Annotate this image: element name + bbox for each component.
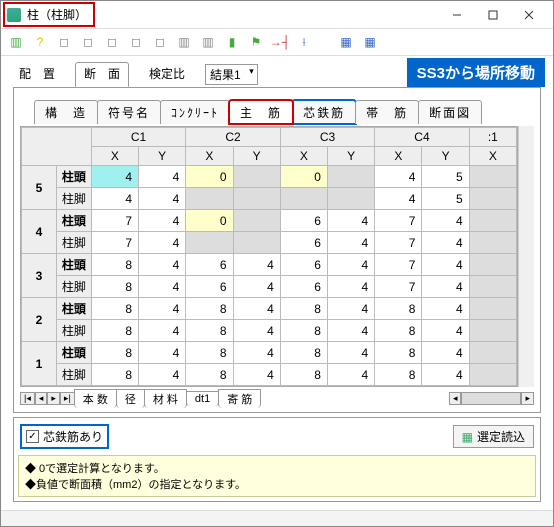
info-box: ◆ 0で選定計算となります。 ◆負値で断面積（mm2）の指定となります。 (18, 455, 536, 497)
window: 柱（柱脚） ▥ ? ◻ ◻ ◻ ◻ ◻ ▥ ▥ ▮ ⚑ →┤ ⟊ ▦ ▦ 配 置… (0, 0, 554, 527)
arrow-right-icon[interactable]: →┤ (271, 33, 289, 51)
tool-icon-7[interactable]: ▥ (199, 33, 217, 51)
subtab-hoop[interactable]: 帯 筋 (355, 100, 419, 124)
window-title: 柱（柱脚） (27, 6, 87, 23)
nav-next[interactable]: ▸ (47, 392, 60, 405)
data-grid[interactable]: C1C2C3C4:1XYXYXYXYX5柱頭440045柱脚44454柱頭740… (20, 126, 518, 387)
subtab-core-steel[interactable]: 芯鉄筋 (292, 100, 356, 124)
horizontal-scrollbar[interactable]: ◂ ▸ (449, 392, 534, 405)
core-steel-label: 芯鉄筋あり (43, 428, 103, 445)
sheet-tab-bar: |◂ ◂ ▸ ▸| 本 数 径 材 料 dt1 寄 筋 ◂ ▸ (20, 387, 534, 410)
load-selection-button[interactable]: ▦ 選定読込 (453, 425, 534, 448)
info-line: ◆負値で断面積（mm2）の指定となります。 (25, 476, 529, 492)
sheet-icon[interactable]: ▥ (7, 33, 25, 51)
content-panel: 構 造 符号名 ｺﾝｸﾘｰﾄ 主 筋 芯鉄筋 帯 筋 断面図 C1C2C3C4:… (13, 87, 541, 413)
sheet-tab[interactable]: 径 (116, 389, 145, 408)
result-dropdown[interactable]: 結果1 (205, 64, 258, 85)
tool-icon-2[interactable]: ◻ (79, 33, 97, 51)
sheet-tab[interactable]: 寄 筋 (218, 389, 261, 408)
load-icon: ▦ (462, 430, 473, 444)
column-tool-icon[interactable]: ▮ (223, 33, 241, 51)
sheet-tab[interactable]: 材 料 (144, 389, 187, 408)
grid-icon-1[interactable]: ▦ (337, 33, 355, 51)
status-bar (1, 510, 553, 526)
tab-layout[interactable]: 配 置 (11, 63, 63, 86)
info-banner: SS3から場所移動 (407, 58, 545, 87)
nav-first[interactable]: |◂ (20, 392, 35, 405)
bottom-panel: ✓ 芯鉄筋あり ▦ 選定読込 ◆ 0で選定計算となります。 ◆負値で断面積（mm… (13, 417, 541, 502)
column-icon (7, 8, 21, 22)
tab-section[interactable]: 断 面 (75, 62, 129, 87)
nav-last[interactable]: ▸| (60, 392, 75, 405)
grid-icon-2[interactable]: ▦ (361, 33, 379, 51)
subtab-concrete[interactable]: ｺﾝｸﾘｰﾄ (160, 100, 230, 124)
subtab-symbol[interactable]: 符号名 (97, 100, 161, 124)
help-icon[interactable]: ? (31, 33, 49, 51)
maximize-button[interactable] (475, 3, 511, 27)
sub-tab-bar: 構 造 符号名 ｺﾝｸﾘｰﾄ 主 筋 芯鉄筋 帯 筋 断面図 (20, 94, 534, 126)
main-tab-bar: 配 置 断 面 検定比 結果1 SS3から場所移動 (1, 56, 553, 87)
core-steel-checkbox[interactable]: ✓ (26, 430, 39, 443)
tool-icon-4[interactable]: ◻ (127, 33, 145, 51)
tool-icon-3[interactable]: ◻ (103, 33, 121, 51)
sheet-tab[interactable]: 本 数 (74, 389, 117, 408)
nav-prev[interactable]: ◂ (35, 392, 48, 405)
title-highlight: 柱（柱脚） (3, 2, 95, 27)
subtab-cross-section[interactable]: 断面図 (418, 100, 482, 124)
tool-icon-6[interactable]: ▥ (175, 33, 193, 51)
titlebar: 柱（柱脚） (1, 1, 553, 29)
info-line: ◆ 0で選定計算となります。 (25, 460, 529, 476)
toolbar: ▥ ? ◻ ◻ ◻ ◻ ◻ ▥ ▥ ▮ ⚑ →┤ ⟊ ▦ ▦ (1, 29, 553, 56)
ruler-icon[interactable]: ⟊ (295, 33, 313, 51)
tool-icon-1[interactable]: ◻ (55, 33, 73, 51)
tab-check-ratio[interactable]: 検定比 (141, 63, 193, 86)
close-button[interactable] (511, 3, 547, 27)
core-steel-checkbox-highlight: ✓ 芯鉄筋あり (20, 424, 109, 449)
subtab-structure[interactable]: 構 造 (34, 100, 98, 124)
tool-icon-5[interactable]: ◻ (151, 33, 169, 51)
vertical-scrollbar[interactable] (518, 126, 534, 387)
sheet-tab[interactable]: dt1 (186, 391, 219, 406)
minimize-button[interactable] (439, 3, 475, 27)
subtab-main-rebar[interactable]: 主 筋 (229, 100, 293, 124)
flag-icon[interactable]: ⚑ (247, 33, 265, 51)
